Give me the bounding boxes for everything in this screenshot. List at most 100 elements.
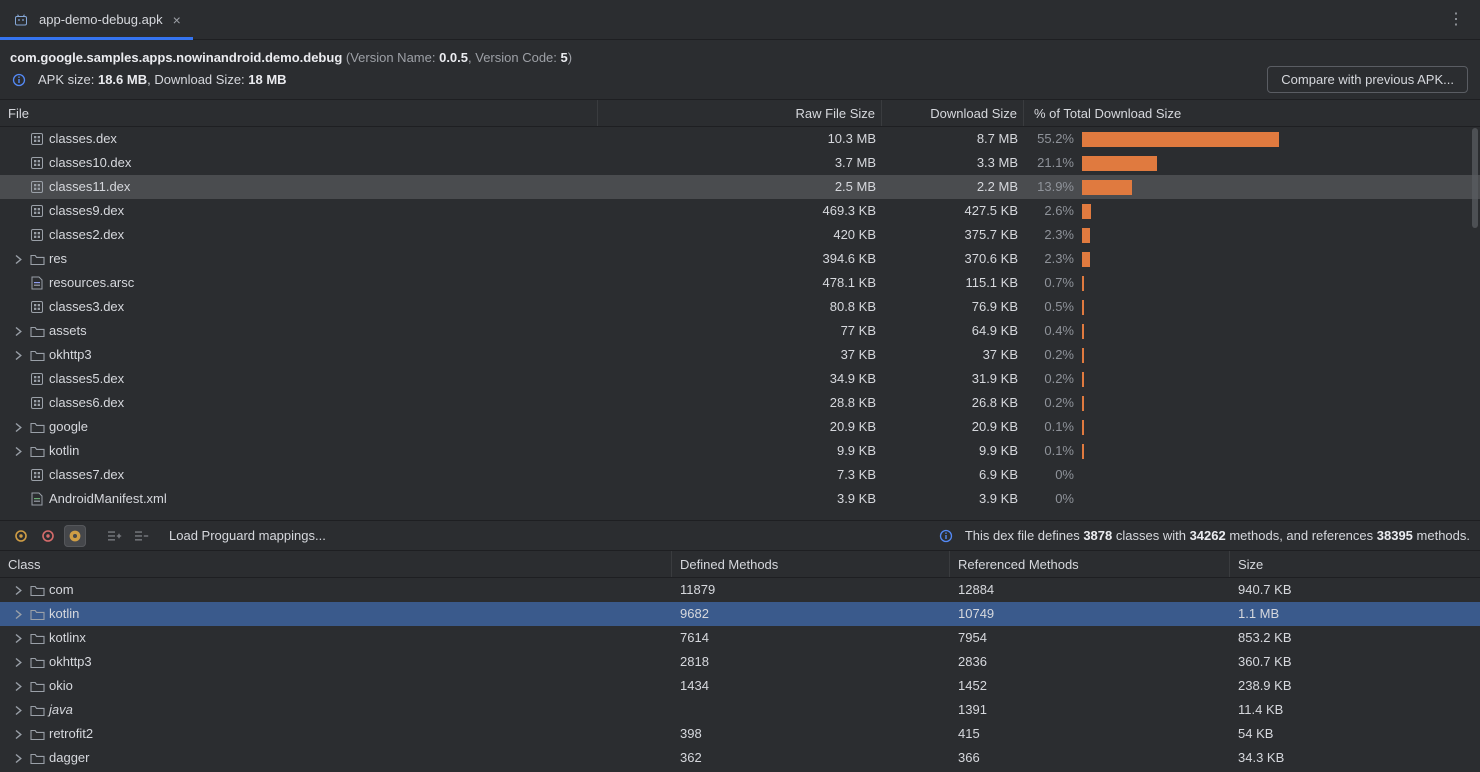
class-row[interactable]: okio14341452238.9 KB <box>0 674 1480 698</box>
name-cell: kotlin <box>0 602 672 626</box>
column-header-raw-size[interactable]: Raw File Size <box>598 100 882 126</box>
compare-with-previous-apk-button[interactable]: Compare with previous APK... <box>1267 66 1468 93</box>
defined-methods: 11879 <box>672 578 950 602</box>
class-row[interactable]: retrofit239841554 KB <box>0 722 1480 746</box>
name-cell: dagger <box>0 746 672 770</box>
chevron-right-icon[interactable] <box>8 326 28 337</box>
file-row[interactable]: classes10.dex3.7 MB3.3 MB21.1% <box>0 151 1480 175</box>
class-row[interactable]: kotlin9682107491.1 MB <box>0 602 1480 626</box>
folder-icon <box>28 656 46 669</box>
file-row[interactable]: classes6.dex28.8 KB26.8 KB0.2% <box>0 391 1480 415</box>
class-row[interactable]: dagger36236634.3 KB <box>0 746 1480 770</box>
dex-info-text: This dex file defines 3878 classes with … <box>965 528 1470 543</box>
download-size: 26.8 KB <box>882 391 1024 415</box>
close-icon[interactable]: × <box>173 12 181 28</box>
name-cell: classes6.dex <box>0 391 598 415</box>
file-row[interactable]: classes11.dex2.5 MB2.2 MB13.9% <box>0 175 1480 199</box>
column-header-class[interactable]: Class <box>0 551 672 577</box>
raw-file-size: 420 KB <box>598 223 882 247</box>
file-row[interactable]: assets77 KB64.9 KB0.4% <box>0 319 1480 343</box>
load-proguard-mappings-link[interactable]: Load Proguard mappings... <box>169 528 326 543</box>
folder-icon <box>28 349 46 362</box>
version-name-value: 0.0.5 <box>439 50 468 65</box>
download-size: 6.9 KB <box>882 463 1024 487</box>
chevron-right-icon[interactable] <box>8 633 28 644</box>
file-row[interactable]: google20.9 KB20.9 KB0.1% <box>0 415 1480 439</box>
chevron-right-icon[interactable] <box>8 254 28 265</box>
dex-file-icon <box>28 300 46 314</box>
chevron-right-icon[interactable] <box>8 446 28 457</box>
file-row[interactable]: resources.arsc478.1 KB115.1 KB0.7% <box>0 271 1480 295</box>
percent-bar <box>1082 276 1084 291</box>
percent-bar <box>1082 372 1084 387</box>
file-name: okhttp3 <box>49 343 92 367</box>
chevron-right-icon[interactable] <box>8 705 28 716</box>
column-header-size[interactable]: Size <box>1230 551 1480 577</box>
file-name: classes10.dex <box>49 151 131 175</box>
file-name: classes11.dex <box>49 175 130 199</box>
column-header-referenced[interactable]: Referenced Methods <box>950 551 1230 577</box>
file-row[interactable]: classes7.dex7.3 KB6.9 KB0% <box>0 463 1480 487</box>
name-cell: com <box>0 578 672 602</box>
file-row[interactable]: AndroidManifest.xml3.9 KB3.9 KB0% <box>0 487 1480 511</box>
download-size: 3.9 KB <box>882 487 1024 511</box>
percent-value: 55.2% <box>1024 127 1074 151</box>
file-row[interactable]: classes3.dex80.8 KB76.9 KB0.5% <box>0 295 1480 319</box>
file-row[interactable]: classes5.dex34.9 KB31.9 KB0.2% <box>0 367 1480 391</box>
column-header-file[interactable]: File <box>0 100 598 126</box>
version-paren-close: ) <box>568 50 572 65</box>
percent-value: 0.1% <box>1024 415 1074 439</box>
name-cell: kotlinx <box>0 626 672 650</box>
name-cell: classes.dex <box>0 127 598 151</box>
defined-methods: 7614 <box>672 626 950 650</box>
class-row[interactable]: okhttp328182836360.7 KB <box>0 650 1480 674</box>
file-row[interactable]: classes2.dex420 KB375.7 KB2.3% <box>0 223 1480 247</box>
show-methods-button[interactable] <box>37 525 59 547</box>
file-row[interactable]: okhttp337 KB37 KB0.2% <box>0 343 1480 367</box>
percent-cell: 0.2% <box>1024 367 1480 391</box>
download-size: 37 KB <box>882 343 1024 367</box>
vertical-scrollbar-thumb[interactable] <box>1472 128 1478 228</box>
percent-cell: 55.2% <box>1024 127 1480 151</box>
column-header-percent[interactable]: % of Total Download Size <box>1024 100 1480 126</box>
class-row[interactable]: java139111.4 KB <box>0 698 1480 722</box>
show-fields-button[interactable] <box>10 525 32 547</box>
percent-bar <box>1082 420 1084 435</box>
raw-file-size: 394.6 KB <box>598 247 882 271</box>
kebab-menu-icon[interactable]: ⋮ <box>1444 0 1468 40</box>
column-header-download[interactable]: Download Size <box>882 100 1024 126</box>
chevron-right-icon[interactable] <box>8 585 28 596</box>
dex-file-icon <box>28 132 46 146</box>
file-table-header: File Raw File Size Download Size % of To… <box>0 99 1480 127</box>
folder-icon <box>28 253 46 266</box>
dex-file-icon <box>28 180 46 194</box>
file-row[interactable]: res394.6 KB370.6 KB2.3% <box>0 247 1480 271</box>
class-row[interactable]: com1187912884940.7 KB <box>0 578 1480 602</box>
raw-file-size: 3.7 MB <box>598 151 882 175</box>
download-size: 2.2 MB <box>882 175 1024 199</box>
chevron-right-icon[interactable] <box>8 657 28 668</box>
file-row[interactable]: kotlin9.9 KB9.9 KB0.1% <box>0 439 1480 463</box>
expand-all-button[interactable] <box>103 525 125 547</box>
chevron-right-icon[interactable] <box>8 350 28 361</box>
file-row[interactable]: classes9.dex469.3 KB427.5 KB2.6% <box>0 199 1480 223</box>
file-row[interactable]: classes.dex10.3 MB8.7 MB55.2% <box>0 127 1480 151</box>
percent-value: 0.2% <box>1024 343 1074 367</box>
defined-methods: 9682 <box>672 602 950 626</box>
percent-bar <box>1082 324 1084 339</box>
column-header-defined[interactable]: Defined Methods <box>672 551 950 577</box>
editor-tab-apk[interactable]: app-demo-debug.apk × <box>0 0 193 39</box>
file-name: assets <box>49 319 87 343</box>
collapse-all-button[interactable] <box>130 525 152 547</box>
chevron-right-icon[interactable] <box>8 609 28 620</box>
chevron-right-icon[interactable] <box>8 422 28 433</box>
chevron-right-icon[interactable] <box>8 753 28 764</box>
show-referenced-nodes-button[interactable] <box>64 525 86 547</box>
chevron-right-icon[interactable] <box>8 681 28 692</box>
name-cell: classes10.dex <box>0 151 598 175</box>
percent-value: 21.1% <box>1024 151 1074 175</box>
name-cell: java <box>0 698 672 722</box>
class-row[interactable]: kotlinx76147954853.2 KB <box>0 626 1480 650</box>
chevron-right-icon[interactable] <box>8 729 28 740</box>
class-size: 360.7 KB <box>1230 650 1480 674</box>
